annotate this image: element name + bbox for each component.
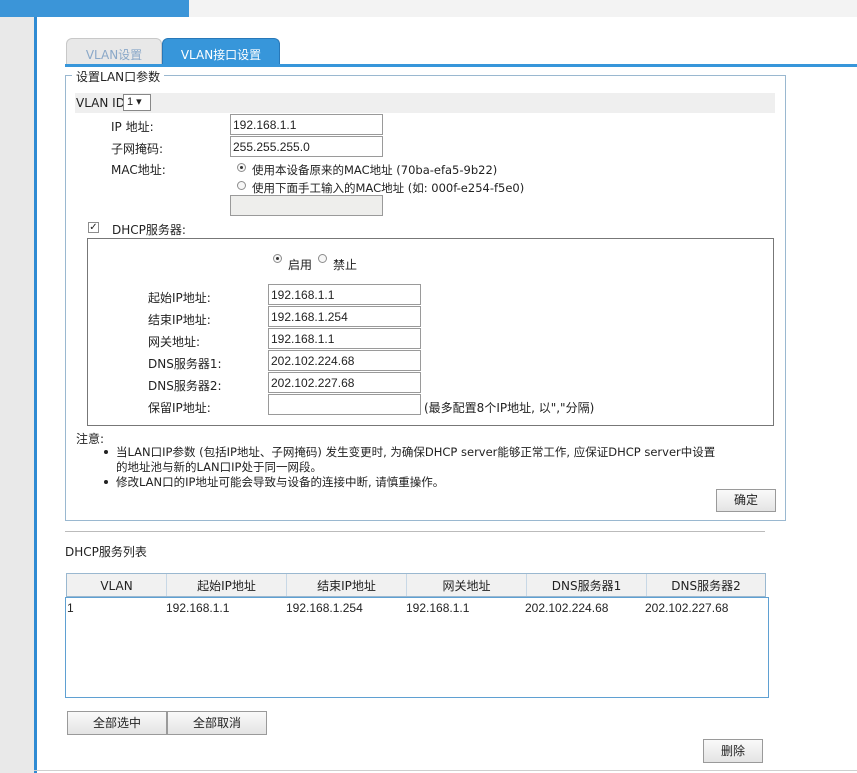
mac-manual-radio[interactable] [237, 181, 246, 190]
dhcp-reserved-label: 保留IP地址: [148, 401, 211, 415]
dhcp-end-label: 结束IP地址: [148, 313, 211, 327]
notes-bullet-2 [104, 480, 108, 484]
dhcp-reserved-input[interactable] [268, 394, 421, 415]
mask-label: 子网掩码: [111, 142, 164, 156]
cell-gateway: 192.168.1.1 [406, 601, 470, 615]
tab-vlan-interface-settings[interactable]: VLAN接口设置 [162, 38, 280, 66]
notes-line-2: 修改LAN口的IP地址可能会导致与设备的连接中断, 请慎重操作。 [116, 475, 445, 489]
dhcp-enable-label: 启用 [288, 258, 313, 272]
deselect-all-button[interactable]: 全部取消 [167, 711, 267, 735]
dhcp-list-title: DHCP服务列表 [65, 545, 147, 559]
lan-settings-legend: 设置LAN口参数 [72, 68, 165, 85]
ip-label: IP 地址: [111, 120, 154, 134]
dhcp-gateway-input[interactable] [268, 328, 421, 349]
dhcp-disable-radio[interactable] [318, 254, 327, 263]
notes-title: 注意: [76, 432, 105, 446]
mac-original-radio[interactable] [237, 163, 246, 172]
dhcp-dns2-label: DNS服务器2: [148, 379, 222, 393]
mask-input[interactable] [230, 136, 383, 157]
dhcp-enable-radio[interactable] [273, 254, 282, 263]
cell-end-ip: 192.168.1.254 [286, 601, 363, 615]
cell-dns2: 202.102.227.68 [645, 601, 729, 615]
cell-start-ip: 192.168.1.1 [166, 601, 230, 615]
dhcp-dns2-input[interactable] [268, 372, 421, 393]
dhcp-dns1-label: DNS服务器1: [148, 357, 222, 371]
bottom-divider [34, 770, 857, 771]
vlan-id-label: VLAN ID [76, 96, 125, 110]
cell-dns1: 202.102.224.68 [525, 601, 609, 615]
col-dns1[interactable]: DNS服务器1 [527, 574, 647, 596]
dhcp-list-body: 1 192.168.1.1 192.168.1.254 192.168.1.1 … [65, 597, 769, 698]
section-separator [65, 531, 765, 532]
cell-vlan: 1 [67, 601, 74, 615]
left-sidebar [0, 17, 34, 773]
select-all-button[interactable]: 全部选中 [67, 711, 167, 735]
dhcp-end-input[interactable] [268, 306, 421, 327]
mac-label: MAC地址: [111, 163, 166, 177]
left-divider [34, 17, 37, 773]
col-end-ip[interactable]: 结束IP地址 [287, 574, 407, 596]
mac-manual-input[interactable] [230, 195, 383, 216]
col-start-ip[interactable]: 起始IP地址 [167, 574, 287, 596]
notes-line-1b: 的地址池与新的LAN口IP处于同一网段。 [116, 460, 322, 474]
ip-input[interactable] [230, 114, 383, 135]
vlan-id-select[interactable]: 1 ▾ [123, 94, 151, 111]
dhcp-checkbox[interactable]: ✓ [88, 222, 99, 233]
dhcp-reserved-hint: (最多配置8个IP地址, 以","分隔) [424, 401, 595, 415]
dhcp-settings-box [87, 238, 774, 426]
confirm-button[interactable]: 确定 [716, 489, 776, 512]
top-bar-accent [0, 0, 189, 17]
col-gateway[interactable]: 网关地址 [407, 574, 527, 596]
dhcp-gateway-label: 网关地址: [148, 335, 201, 349]
dhcp-checkbox-label: DHCP服务器: [112, 223, 186, 237]
mac-manual-label: 使用下面手工输入的MAC地址 (如: 000f-e254-f5e0) [252, 181, 525, 195]
delete-button[interactable]: 删除 [703, 739, 763, 763]
dhcp-dns1-input[interactable] [268, 350, 421, 371]
table-row[interactable]: 1 192.168.1.1 192.168.1.254 192.168.1.1 … [66, 598, 768, 616]
vlan-row [75, 93, 775, 113]
mac-original-label: 使用本设备原来的MAC地址 (70ba-efa5-9b22) [252, 163, 498, 177]
col-dns2[interactable]: DNS服务器2 [647, 574, 765, 596]
tab-vlan-settings[interactable]: VLAN设置 [66, 38, 162, 66]
dhcp-list-header: VLAN 起始IP地址 结束IP地址 网关地址 DNS服务器1 DNS服务器2 [66, 573, 766, 597]
notes-line-1a: 当LAN口IP参数 (包括IP地址、子网掩码) 发生变更时, 为确保DHCP s… [116, 445, 716, 459]
dhcp-disable-label: 禁止 [333, 258, 358, 272]
col-vlan[interactable]: VLAN [67, 574, 167, 596]
notes-bullet-1 [104, 450, 108, 454]
dhcp-start-input[interactable] [268, 284, 421, 305]
dhcp-start-label: 起始IP地址: [148, 291, 211, 305]
tab-underline [65, 64, 857, 67]
